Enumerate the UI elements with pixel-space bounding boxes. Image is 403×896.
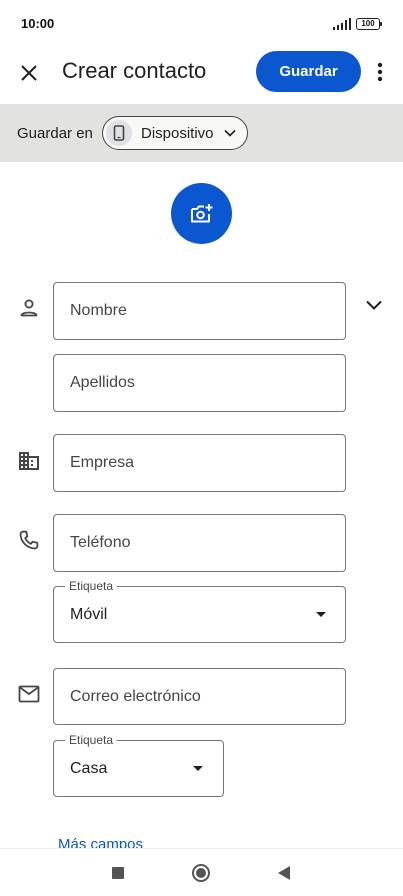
company-placeholder: Empresa — [70, 454, 135, 471]
person-icon — [20, 299, 38, 317]
last-name-placeholder: Apellidos — [70, 374, 135, 391]
phone-icon — [19, 530, 39, 550]
chevron-down-icon — [223, 129, 236, 137]
first-name-field[interactable]: Nombre — [53, 282, 346, 340]
email-label-legend: Etiqueta — [65, 733, 118, 747]
business-icon — [19, 452, 39, 470]
phone-field[interactable]: Teléfono — [53, 514, 346, 572]
device-label: Dispositivo — [141, 124, 214, 142]
email-label-select[interactable]: Etiqueta Casa — [53, 733, 224, 797]
dropdown-arrow-icon — [193, 766, 203, 771]
page-title: Crear contacto — [62, 58, 207, 83]
phone-label-legend: Etiqueta — [65, 579, 118, 593]
dropdown-arrow-icon — [316, 612, 326, 617]
close-button[interactable] — [12, 56, 46, 90]
signal-icon — [333, 18, 351, 30]
status-time: 10:00 — [21, 16, 55, 31]
status-bar: 10:00 100 — [0, 0, 403, 48]
company-field[interactable]: Empresa — [53, 434, 346, 492]
system-nav-bar — [0, 848, 403, 896]
home-button[interactable] — [192, 864, 210, 882]
save-button[interactable]: Guardar — [256, 51, 361, 92]
email-placeholder: Correo electrónico — [70, 687, 201, 705]
last-name-field[interactable]: Apellidos — [53, 354, 346, 412]
add-photo-icon — [190, 203, 212, 222]
back-button[interactable] — [278, 866, 290, 880]
mail-icon — [18, 685, 40, 703]
save-location-label: Guardar en — [17, 125, 93, 142]
phone-device-icon — [113, 125, 125, 141]
first-name-placeholder: Nombre — [70, 302, 127, 319]
app-bar: Crear contacto Guardar — [0, 48, 403, 104]
phone-label-value: Móvil — [70, 606, 108, 623]
expand-name-chevron-icon[interactable] — [362, 293, 386, 317]
device-selector-chip[interactable]: Dispositivo — [102, 116, 248, 150]
battery-icon: 100 — [356, 18, 382, 30]
device-icon-container — [106, 120, 132, 146]
phone-label-select[interactable]: Etiqueta Móvil — [53, 579, 346, 643]
phone-placeholder: Teléfono — [70, 534, 131, 551]
more-options-button[interactable] — [368, 58, 392, 86]
email-label-value: Casa — [70, 760, 108, 777]
email-field[interactable]: Correo electrónico — [53, 668, 346, 725]
add-photo-button[interactable] — [171, 183, 232, 244]
save-location-bar: Guardar en Dispositivo — [0, 104, 403, 162]
close-icon — [21, 65, 37, 81]
recents-button[interactable] — [112, 867, 124, 879]
more-vert-icon — [377, 62, 383, 82]
